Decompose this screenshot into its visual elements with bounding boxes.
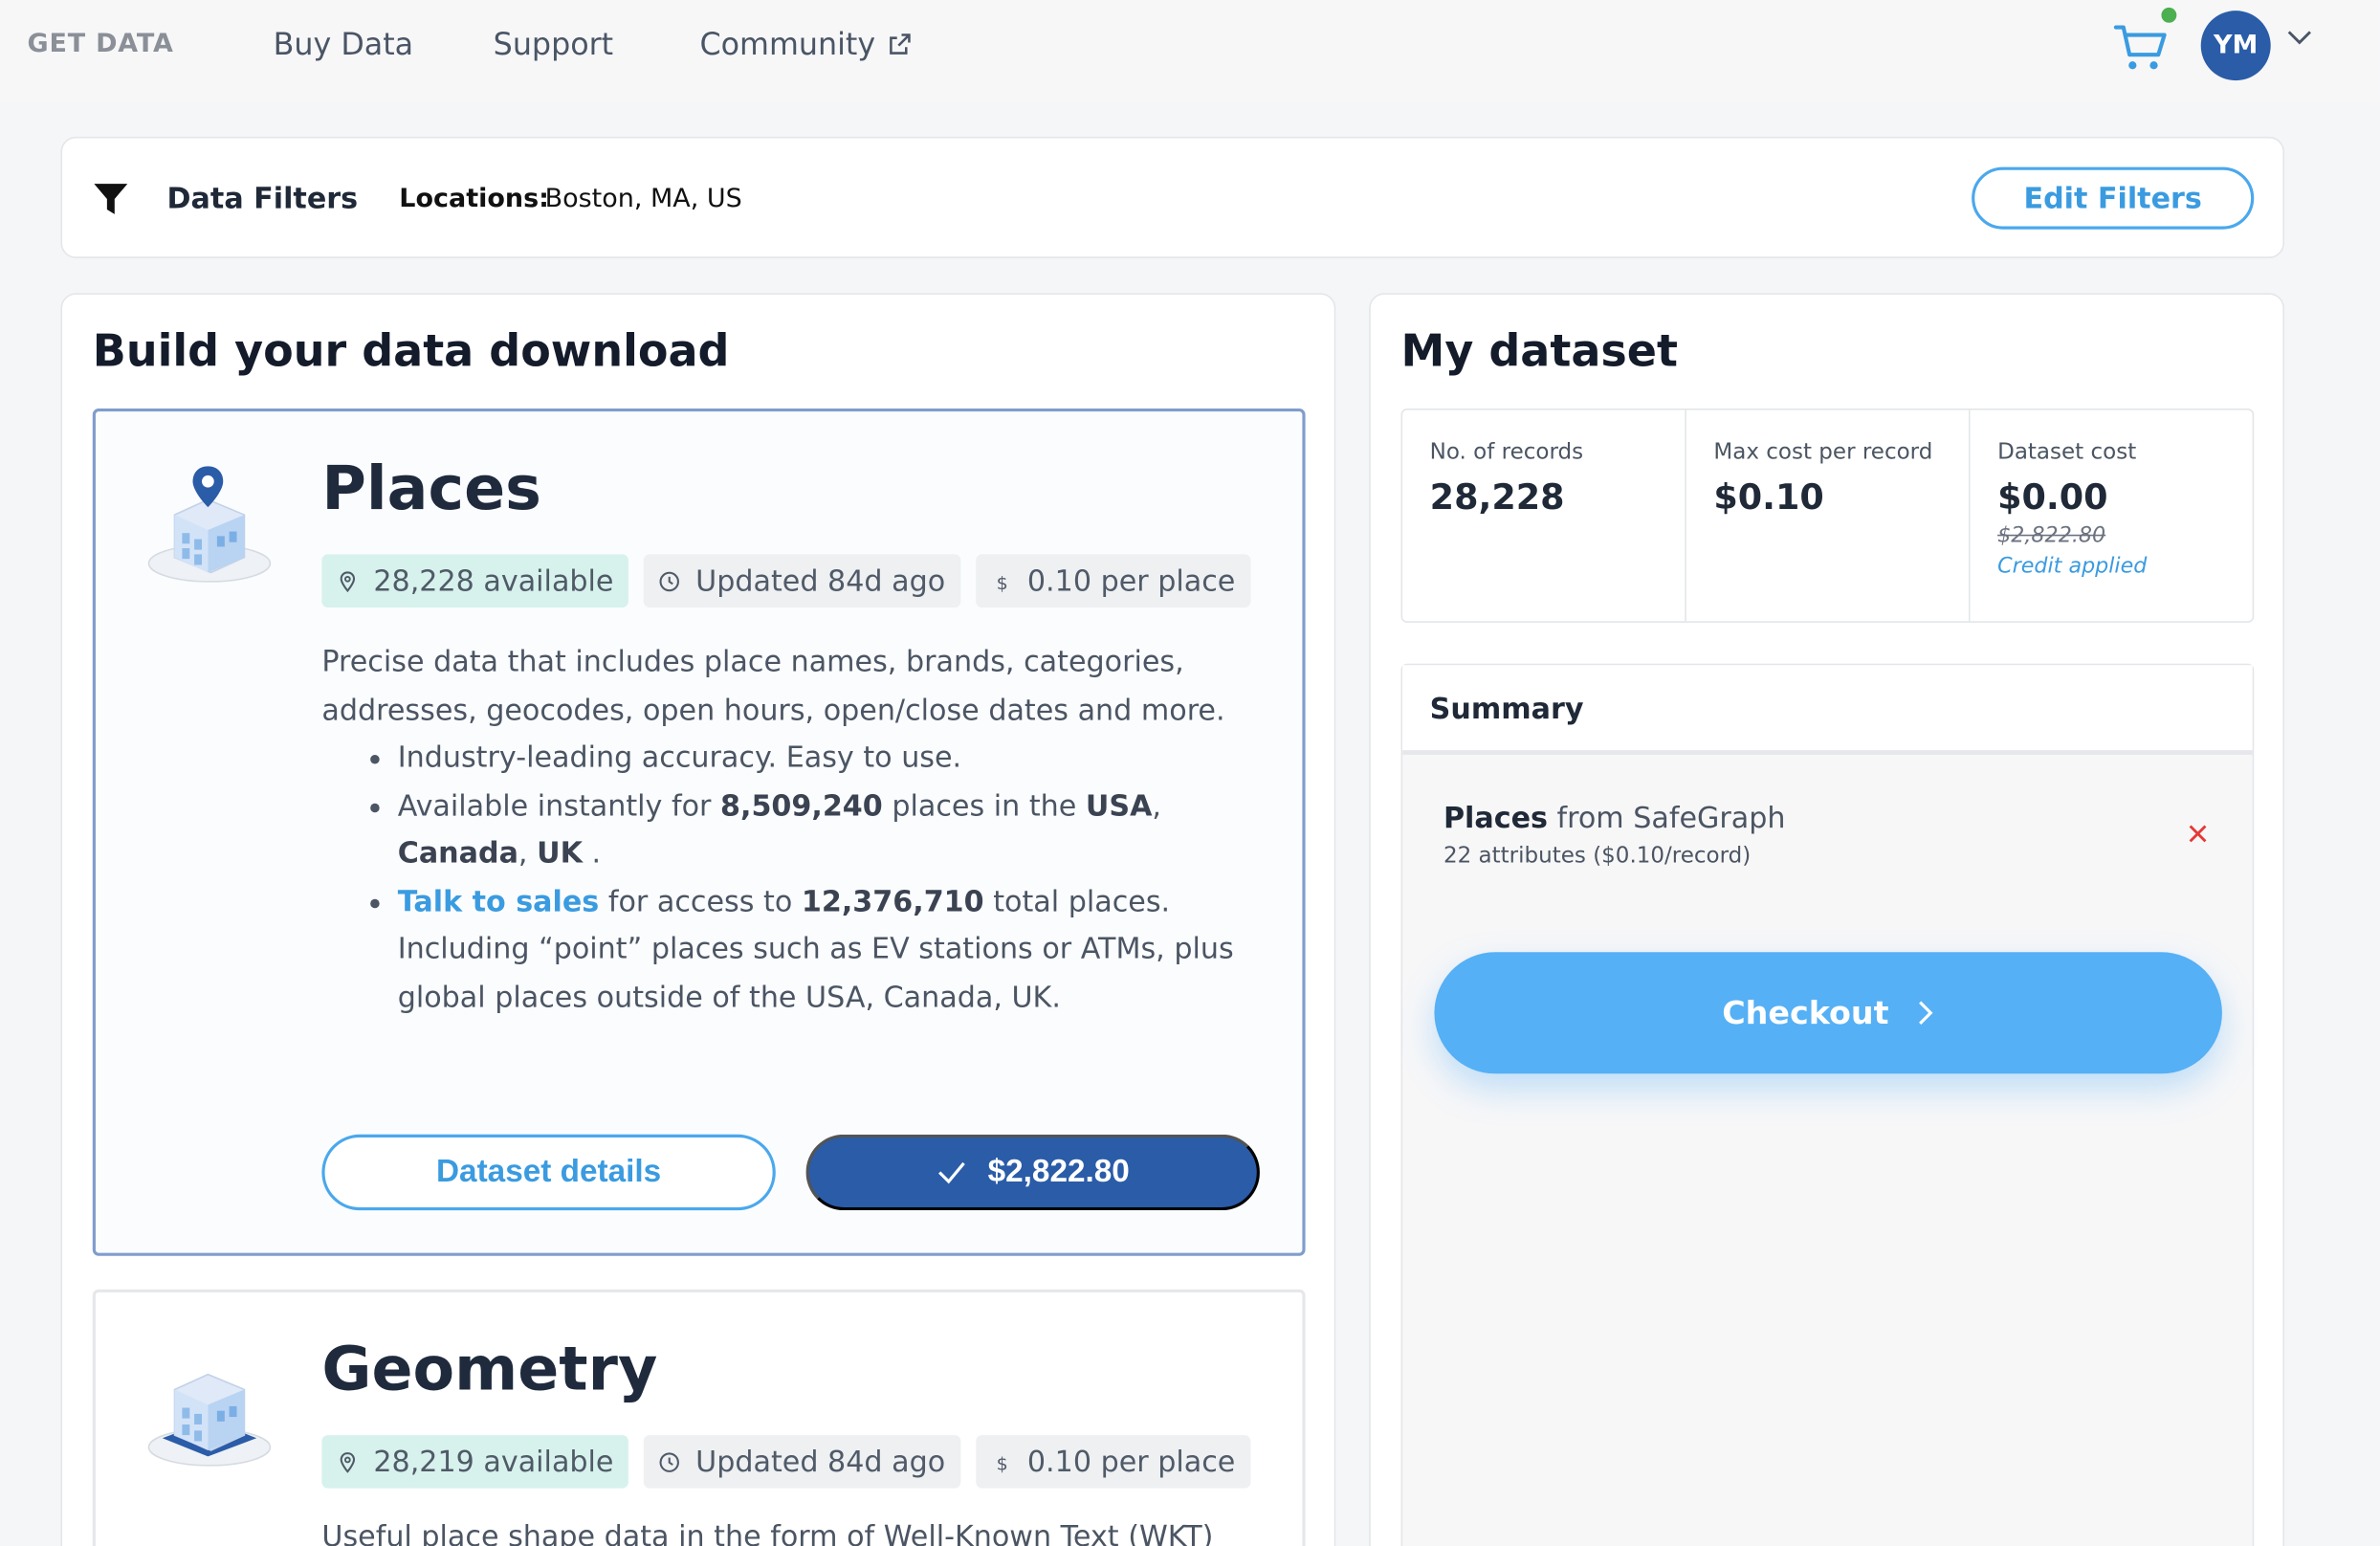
places-description: Precise data that includes place names, …: [321, 639, 1278, 1022]
dataset-cost-value: $0.00: [1997, 478, 2108, 519]
max-cost-value: $0.10: [1713, 478, 1824, 519]
talk-to-sales-link[interactable]: Talk to sales: [398, 885, 600, 918]
clock-icon: [659, 570, 680, 591]
places-tags: 28,228 available Updated 84d ago $ 0.10 …: [321, 554, 1251, 607]
records-label: No. of records: [1429, 440, 1584, 465]
external-link-icon: [889, 33, 911, 55]
places-card[interactable]: Places 28,228 available Updated 84d ago …: [92, 409, 1306, 1256]
places-price-label: $2,822.80: [987, 1154, 1130, 1189]
brand-logo[interactable]: GET DATA: [28, 29, 174, 59]
credit-note: Credit applied: [1997, 554, 2148, 579]
app-root: GET DATA Buy Data Support Community YM D…: [0, 0, 2380, 1546]
list-item: Industry-leading accuracy. Easy to use.: [398, 735, 1278, 783]
locations-label: Locations:: [399, 184, 549, 214]
chevron-down-icon[interactable]: [2286, 28, 2314, 49]
avatar[interactable]: YM: [2200, 11, 2271, 81]
svg-text:$: $: [996, 572, 1007, 591]
summary-title: Summary: [1402, 665, 2253, 755]
original-cost: $2,822.80: [1997, 523, 2106, 549]
edit-filters-button[interactable]: Edit Filters: [1972, 166, 2255, 230]
price-text: 0.10 per place: [1026, 1445, 1236, 1479]
checkout-button[interactable]: Checkout: [1434, 952, 2222, 1074]
check-icon: [937, 1161, 965, 1184]
nav-community[interactable]: Community: [699, 26, 912, 62]
available-text: 28,228 available: [373, 563, 614, 598]
top-nav: GET DATA Buy Data Support Community YM: [0, 0, 2380, 103]
records-value: 28,228: [1429, 478, 1565, 519]
max-cost-stat: Max cost per record $0.10: [1686, 409, 1971, 622]
places-title: Places: [321, 453, 541, 524]
geometry-title: Geometry: [321, 1335, 658, 1405]
geometry-card[interactable]: Geometry 28,219 available Updated 84d ag…: [92, 1289, 1306, 1546]
places-feature-list: Industry-leading accuracy. Easy to use. …: [398, 735, 1278, 1022]
geometry-tags: 28,219 available Updated 84d ago $ 0.10 …: [321, 1435, 1251, 1489]
dollar-icon: $: [996, 1453, 1007, 1472]
dollar-icon: $: [996, 572, 1007, 591]
build-download-panel: Build your data download Places 28,228 a…: [60, 293, 1336, 1546]
location-pin-icon: [340, 1451, 356, 1472]
nav-community-label: Community: [699, 25, 876, 63]
updated-text: Updated 84d ago: [695, 1445, 946, 1479]
my-dataset-panel: My dataset No. of records 28,228 Max cos…: [1369, 293, 2284, 1546]
max-cost-label: Max cost per record: [1713, 440, 1933, 465]
checkout-label: Checkout: [1722, 994, 1889, 1031]
places-building-icon: [147, 466, 272, 583]
dataset-cost-label: Dataset cost: [1997, 440, 2137, 465]
available-badge: 28,219 available: [321, 1435, 629, 1489]
geometry-description: Useful place shape data in the form of W…: [321, 1519, 1214, 1546]
locations-value: Boston, MA, US: [544, 184, 742, 214]
nav-buy-data[interactable]: Buy Data: [274, 26, 414, 62]
build-panel-title: Build your data download: [92, 324, 730, 377]
dataset-details-button[interactable]: Dataset details: [321, 1134, 776, 1211]
filters-title: Data Filters: [166, 182, 359, 216]
price-text: 0.10 per place: [1026, 563, 1236, 598]
cart-icon[interactable]: [2113, 21, 2168, 73]
places-price-button[interactable]: $2,822.80: [805, 1134, 1260, 1211]
available-text: 28,219 available: [373, 1445, 614, 1479]
updated-badge: Updated 84d ago: [644, 1435, 961, 1489]
places-description-text: Precise data that includes place names, …: [321, 645, 1225, 727]
updated-badge: Updated 84d ago: [644, 554, 961, 607]
summary-item-name: Places from SafeGraph: [1443, 802, 1786, 836]
list-item: Talk to sales for access to 12,376,710 t…: [398, 878, 1278, 1022]
svg-text:$: $: [996, 1453, 1007, 1472]
cart-notification-dot: [2161, 7, 2177, 23]
chevron-right-icon: [1919, 1001, 1934, 1026]
dataset-stats: No. of records 28,228 Max cost per recor…: [1400, 409, 2255, 623]
updated-text: Updated 84d ago: [695, 563, 946, 598]
list-item: Available instantly for 8,509,240 places…: [398, 783, 1278, 878]
summary-item-attributes: 22 attributes ($0.10/record): [1443, 844, 1752, 869]
my-dataset-title: My dataset: [1400, 324, 1678, 377]
nav-support[interactable]: Support: [494, 26, 613, 62]
price-badge: $ 0.10 per place: [975, 1435, 1251, 1489]
clock-icon: [659, 1451, 680, 1472]
filter-icon: [94, 184, 128, 214]
geometry-building-icon: [147, 1373, 272, 1467]
price-badge: $ 0.10 per place: [975, 554, 1251, 607]
data-filters-bar: Data Filters Locations: Boston, MA, US E…: [60, 136, 2284, 258]
records-stat: No. of records 28,228: [1402, 409, 1686, 622]
available-badge: 28,228 available: [321, 554, 629, 607]
summary-box: Summary Places from SafeGraph 22 attribut…: [1400, 663, 2255, 1546]
location-pin-icon: [340, 570, 356, 592]
dataset-cost-stat: Dataset cost $0.00 $2,822.80 Credit appl…: [1971, 410, 2253, 622]
close-icon[interactable]: [2187, 823, 2208, 844]
